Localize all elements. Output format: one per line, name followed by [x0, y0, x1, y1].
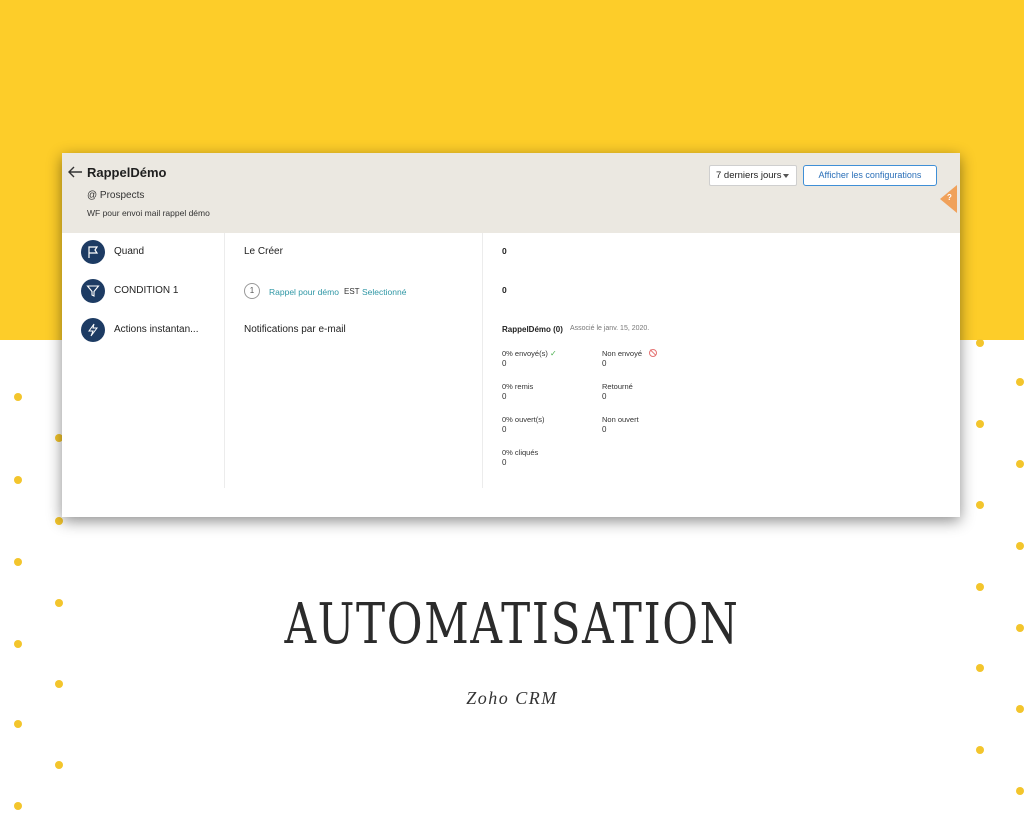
- column-divider: [224, 233, 225, 488]
- step-when-label: Quand: [114, 246, 145, 257]
- dot: [14, 802, 22, 810]
- not-sent-value: 0: [602, 359, 607, 368]
- opened-value: 0: [502, 425, 507, 434]
- clicked-label: 0% cliqués: [502, 448, 539, 457]
- check-icon: ✓: [549, 349, 557, 358]
- condition-field-link[interactable]: Rappel pour démo: [269, 287, 339, 297]
- filter-icon: [81, 279, 105, 303]
- workflow-title: RappelDémo: [87, 165, 167, 180]
- dot: [55, 680, 63, 688]
- dot: [55, 517, 63, 525]
- dot: [976, 339, 984, 347]
- dot: [1016, 378, 1024, 386]
- dot: [976, 420, 984, 428]
- bounced-label: Retourné: [602, 382, 633, 391]
- dot: [1016, 542, 1024, 550]
- dot: [1016, 787, 1024, 795]
- help-tab[interactable]: ?: [940, 185, 957, 213]
- action-detail: Notifications par e-mail: [244, 324, 346, 335]
- dot: [976, 583, 984, 591]
- date-range-value: 7 derniers jours: [716, 170, 782, 181]
- dot: [976, 746, 984, 754]
- bolt-icon: [81, 318, 105, 342]
- dot: [976, 501, 984, 509]
- page-heading: AUTOMATISATION: [284, 592, 740, 657]
- condition-number-badge: 1: [244, 283, 260, 299]
- condition-operator: EST: [344, 287, 360, 296]
- step-actions-label: Actions instantan...: [114, 324, 199, 335]
- bounced-value: 0: [602, 392, 607, 401]
- dot: [55, 761, 63, 769]
- delivered-label: 0% remis: [502, 382, 534, 391]
- condition-count: 0: [502, 285, 507, 295]
- dot: [14, 476, 22, 484]
- workflow-description: WF pour envoi mail rappel démo: [87, 208, 210, 218]
- crm-workflow-panel: RappelDémo @ Prospects WF pour envoi mai…: [62, 153, 960, 517]
- sent-label: 0% envoyé(s) ✓: [502, 349, 557, 358]
- not-sent-label: Non envoyé: [602, 349, 643, 358]
- dot: [14, 640, 22, 648]
- not-opened-label: Non ouvert: [602, 415, 639, 424]
- column-divider: [482, 233, 483, 488]
- trigger-detail: Le Créer: [244, 246, 283, 257]
- delivered-value: 0: [502, 392, 507, 401]
- opened-label: 0% ouvert(s): [502, 415, 545, 424]
- email-associated-date: Associé le janv. 15, 2020.: [570, 325, 650, 332]
- caret-down-icon: [783, 174, 789, 178]
- dot: [976, 664, 984, 672]
- back-arrow-icon[interactable]: [67, 165, 83, 179]
- not-opened-value: 0: [602, 425, 607, 434]
- module-label: @ Prospects: [87, 190, 145, 201]
- help-icon: ?: [947, 193, 952, 202]
- ban-icon: [649, 349, 657, 357]
- dot: [14, 393, 22, 401]
- workflow-header: RappelDémo @ Prospects WF pour envoi mai…: [62, 153, 960, 233]
- dot: [14, 720, 22, 728]
- flag-icon: [81, 240, 105, 264]
- condition-value-link[interactable]: Selectionné: [362, 287, 406, 297]
- dot: [55, 599, 63, 607]
- show-configurations-button[interactable]: Afficher les configurations: [803, 165, 937, 186]
- dot: [1016, 460, 1024, 468]
- sent-value: 0: [502, 359, 507, 368]
- dot: [14, 558, 22, 566]
- page-subheading: Zoho CRM: [466, 688, 558, 708]
- email-template-name[interactable]: RappelDémo (0): [502, 325, 563, 334]
- trigger-count: 0: [502, 246, 507, 256]
- dot: [1016, 624, 1024, 632]
- date-range-select[interactable]: 7 derniers jours: [709, 165, 797, 186]
- clicked-value: 0: [502, 458, 507, 467]
- step-condition-label: CONDITION 1: [114, 285, 179, 296]
